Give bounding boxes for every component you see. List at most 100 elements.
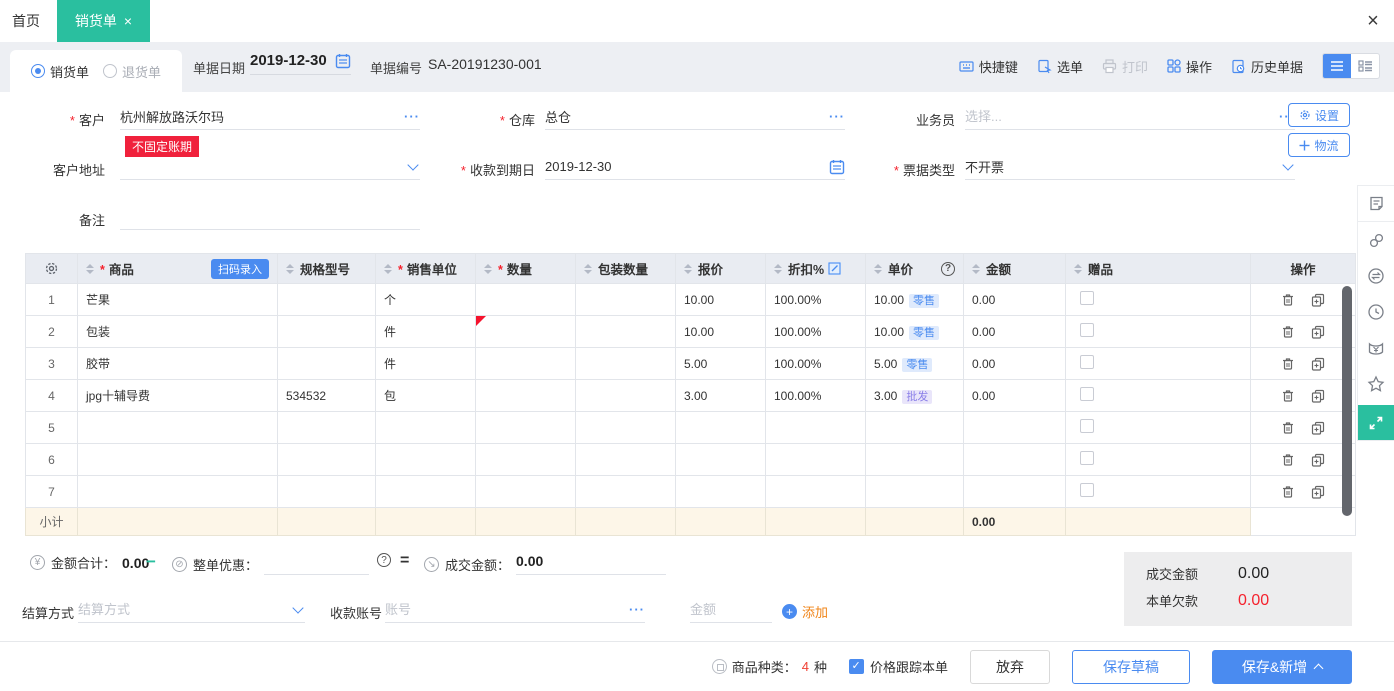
tab-home[interactable]: 首页 bbox=[0, 0, 52, 42]
amount-cell[interactable]: 0.00 bbox=[964, 380, 1066, 412]
amount-cell[interactable]: 0.00 bbox=[964, 348, 1066, 380]
checked-checkbox-icon[interactable] bbox=[849, 659, 864, 674]
sort-icon[interactable] bbox=[774, 264, 782, 274]
delete-row-icon[interactable] bbox=[1281, 389, 1295, 403]
header-product[interactable]: 商品扫码录入 bbox=[78, 254, 278, 284]
product-cell[interactable]: 芒果 bbox=[78, 284, 278, 316]
product-cell[interactable]: 包装 bbox=[78, 316, 278, 348]
spec-cell[interactable] bbox=[278, 476, 376, 508]
account-input[interactable] bbox=[385, 602, 629, 617]
price-cell[interactable] bbox=[866, 412, 964, 444]
note-icon[interactable] bbox=[1358, 186, 1394, 222]
star-icon[interactable] bbox=[1358, 366, 1394, 402]
pkg-qty-cell[interactable] bbox=[576, 348, 676, 380]
qty-cell[interactable] bbox=[476, 444, 576, 476]
copy-row-icon[interactable] bbox=[1311, 485, 1325, 499]
unit-cell[interactable]: 个 bbox=[376, 284, 476, 316]
spec-cell[interactable] bbox=[278, 412, 376, 444]
warehouse-more-icon[interactable] bbox=[829, 108, 845, 126]
calendar-icon[interactable] bbox=[829, 159, 845, 175]
sort-icon[interactable] bbox=[384, 264, 392, 274]
settle-method-input[interactable] bbox=[78, 602, 294, 617]
settings-button[interactable]: 设置 bbox=[1288, 103, 1350, 127]
order-discount-input[interactable] bbox=[264, 553, 369, 575]
transfer-icon[interactable] bbox=[1358, 258, 1394, 294]
link-icon[interactable] bbox=[1358, 222, 1394, 258]
qty-cell[interactable] bbox=[476, 284, 576, 316]
copy-row-icon[interactable] bbox=[1311, 389, 1325, 403]
quote-cell[interactable] bbox=[676, 476, 766, 508]
amount-cell[interactable]: 0.00 bbox=[964, 316, 1066, 348]
sort-icon[interactable] bbox=[972, 264, 980, 274]
price-cell[interactable]: 10.00零售 bbox=[866, 284, 964, 316]
header-pkg-qty[interactable]: 包装数量 bbox=[576, 254, 676, 284]
header-unit[interactable]: 销售单位 bbox=[376, 254, 476, 284]
amount-cell[interactable] bbox=[964, 444, 1066, 476]
doc-date-field[interactable]: 2019-12-30 bbox=[250, 52, 351, 75]
help-icon[interactable] bbox=[377, 553, 391, 567]
copy-row-icon[interactable] bbox=[1311, 453, 1325, 467]
radio-return-order[interactable]: 退货单 bbox=[103, 62, 161, 81]
copy-row-icon[interactable] bbox=[1311, 357, 1325, 371]
qty-cell-flagged[interactable] bbox=[476, 316, 576, 348]
discount-cell[interactable]: 100.00% bbox=[766, 316, 866, 348]
quote-cell[interactable]: 10.00 bbox=[676, 316, 766, 348]
product-cell[interactable] bbox=[78, 444, 278, 476]
pkg-qty-cell[interactable] bbox=[576, 316, 676, 348]
product-cell[interactable]: jpg十辅导费 bbox=[78, 380, 278, 412]
sort-icon[interactable] bbox=[484, 264, 492, 274]
header-price[interactable]: 单价 bbox=[866, 254, 964, 284]
amount-cell[interactable]: 0.00 bbox=[964, 284, 1066, 316]
edit-icon[interactable] bbox=[828, 262, 841, 275]
spec-cell[interactable]: 534532 bbox=[278, 380, 376, 412]
spec-cell[interactable] bbox=[278, 316, 376, 348]
discount-cell[interactable]: 100.00% bbox=[766, 348, 866, 380]
copy-row-icon[interactable] bbox=[1311, 293, 1325, 307]
account-more-icon[interactable] bbox=[629, 601, 645, 619]
sort-icon[interactable] bbox=[874, 264, 882, 274]
price-track-toggle[interactable]: 价格跟踪本单 bbox=[849, 657, 948, 676]
sort-icon[interactable] bbox=[584, 264, 592, 274]
delete-row-icon[interactable] bbox=[1281, 325, 1295, 339]
unit-cell[interactable]: 件 bbox=[376, 348, 476, 380]
gift-checkbox[interactable] bbox=[1080, 291, 1094, 305]
print-button[interactable]: 打印 bbox=[1102, 57, 1148, 76]
sort-icon[interactable] bbox=[286, 264, 294, 274]
header-gift[interactable]: 赠品 bbox=[1066, 254, 1251, 284]
header-amount[interactable]: 金额 bbox=[964, 254, 1066, 284]
shortcut-keys-button[interactable]: 快捷键 bbox=[959, 57, 1018, 76]
price-cell[interactable] bbox=[866, 476, 964, 508]
discount-cell[interactable] bbox=[766, 444, 866, 476]
unit-cell[interactable]: 包 bbox=[376, 380, 476, 412]
qty-cell[interactable] bbox=[476, 412, 576, 444]
discount-cell[interactable] bbox=[766, 412, 866, 444]
pkg-qty-cell[interactable] bbox=[576, 476, 676, 508]
unit-cell[interactable] bbox=[376, 444, 476, 476]
customer-more-icon[interactable] bbox=[404, 108, 420, 126]
product-cell[interactable]: 胶带 bbox=[78, 348, 278, 380]
gift-checkbox[interactable] bbox=[1080, 483, 1094, 497]
save-draft-button[interactable]: 保存草稿 bbox=[1072, 650, 1190, 684]
customer-input[interactable] bbox=[120, 109, 404, 124]
amount-cell[interactable] bbox=[964, 476, 1066, 508]
gift-checkbox[interactable] bbox=[1080, 387, 1094, 401]
help-icon[interactable] bbox=[941, 262, 955, 276]
logistics-button[interactable]: 物流 bbox=[1288, 133, 1350, 157]
select-order-button[interactable]: 选单 bbox=[1037, 57, 1083, 76]
chevron-down-icon[interactable] bbox=[292, 602, 303, 613]
sort-icon[interactable] bbox=[86, 264, 94, 274]
card-view-toggle[interactable] bbox=[1351, 54, 1379, 78]
header-qty[interactable]: 数量 bbox=[476, 254, 576, 284]
spec-cell[interactable] bbox=[278, 444, 376, 476]
calendar-icon[interactable] bbox=[335, 53, 351, 69]
due-date-input[interactable] bbox=[545, 159, 829, 174]
abandon-button[interactable]: 放弃 bbox=[970, 650, 1050, 684]
add-payment-button[interactable]: 添加 bbox=[782, 602, 828, 621]
close-icon[interactable] bbox=[1362, 10, 1384, 32]
pay-amount-input[interactable] bbox=[690, 602, 866, 617]
discount-cell[interactable] bbox=[766, 476, 866, 508]
list-view-toggle[interactable] bbox=[1323, 54, 1351, 78]
history-docs-button[interactable]: 历史单据 bbox=[1231, 57, 1303, 76]
qty-cell[interactable] bbox=[476, 476, 576, 508]
discount-cell[interactable]: 100.00% bbox=[766, 284, 866, 316]
